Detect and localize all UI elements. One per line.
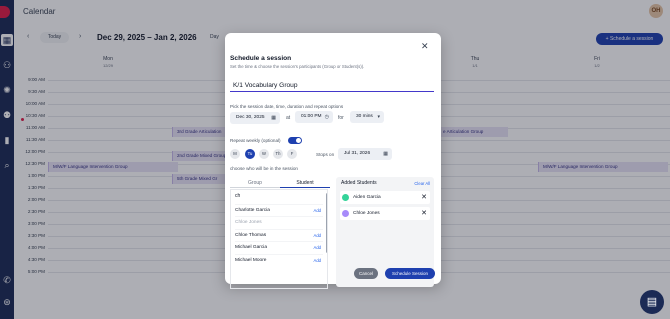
schedule-session-modal: ✕ Schedule a session Set the time & choo… [225,33,441,289]
list-item: Chloe Thomas Add [235,229,323,241]
repeat-label: Repeat weekly (optional) [230,138,281,143]
chevron-down-icon: ▾ [377,114,380,120]
close-icon[interactable]: ✕ [421,41,429,52]
repeat-day-f[interactable]: F [287,149,297,159]
added-student-row: Chloe Jones ✕ [340,207,430,220]
time-value: 01:00 PM [301,114,322,119]
at-label: at [286,115,291,121]
time-field[interactable]: 01:00 PM ◷ [295,111,333,123]
repeat-day-m[interactable]: M [230,149,240,159]
remove-icon[interactable]: ✕ [421,191,427,204]
list-item: Michael Moore Add [235,254,323,266]
stops-on-value: Jul 31, 2026 [344,151,371,156]
add-button[interactable]: Add [314,242,321,254]
tab-student[interactable]: Student [280,178,330,188]
scrollbar[interactable] [326,193,327,253]
add-button[interactable]: Add [314,255,321,267]
clear-all-link[interactable]: Clear All [414,181,430,186]
modal-subtitle: Set the time & choose the session's part… [230,64,365,69]
cancel-button[interactable]: Cancel [354,268,378,279]
date-value: Dec 30, 2025 [236,115,265,120]
repeat-day-th[interactable]: Th [273,149,283,159]
student-name: Michael Garcia [235,245,267,250]
calendar-icon: ▦ [383,151,388,157]
student-name: Chloe Thomas [235,233,267,238]
chat-icon[interactable]: ▤ [640,290,664,314]
for-label: for [338,115,344,121]
participant-tabs: Group Student [230,178,330,188]
student-name: Chloe Jones [235,220,262,225]
clock-icon: ◷ [324,114,329,120]
added-students-title: Added Students [341,180,377,186]
student-name: Chloe Jones [353,211,380,216]
datetime-label: Pick the session date, time, duration an… [230,104,344,109]
student-name: Charlotte Garcia [235,208,270,213]
list-item: Michael Garcia Add [235,241,323,253]
remove-icon[interactable]: ✕ [421,207,427,220]
tab-group[interactable]: Group [230,178,280,188]
student-name: Aiden Garcia [353,195,381,200]
calendar-icon: ▦ [271,115,276,121]
list-item: Charlotte Garcia Add [235,204,323,216]
added-student-row: Aiden Garcia ✕ [340,191,430,204]
date-field[interactable]: Dec 30, 2025 ▦ [230,112,280,124]
schedule-session-submit-button[interactable]: Schedule Session [385,268,435,279]
session-name-input[interactable]: K/1 Vocabulary Group [230,79,434,92]
repeat-day-tu[interactable]: Tu [245,149,255,159]
stops-on-label: Stops on [316,152,335,157]
avatar [342,194,349,201]
repeat-toggle[interactable] [288,137,302,144]
student-search-input[interactable]: ch [235,193,240,199]
choose-label: choose who will be in the session [230,166,298,171]
student-name: Michael Moore [235,258,267,263]
repeat-day-w[interactable]: W [259,149,269,159]
avatar [342,210,349,217]
modal-title: Schedule a session [230,55,292,62]
duration-value: 30 mins [356,114,373,119]
stops-on-field[interactable]: Jul 31, 2026 ▦ [338,148,392,160]
list-item: Chloe Jones [235,216,323,228]
student-search-panel: ch Charlotte Garcia Add Chloe Jones Chlo… [230,189,328,289]
duration-select[interactable]: 30 mins ▾ [350,111,384,123]
